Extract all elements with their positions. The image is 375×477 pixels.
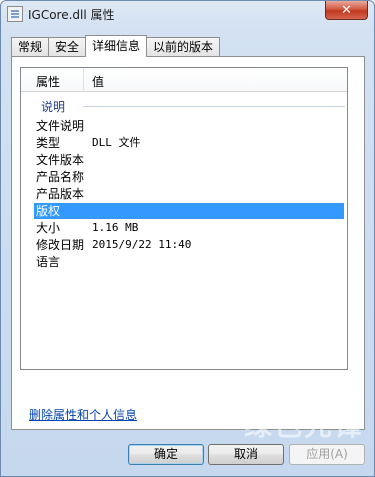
list-item[interactable]: 语言: [34, 254, 344, 270]
file-icon: [7, 6, 23, 22]
property-name: 修改日期: [36, 238, 85, 252]
tab-strip: 常规 安全 详细信息 以前的版本: [11, 35, 221, 57]
property-name: 类型: [36, 136, 61, 150]
tab-previous-versions[interactable]: 以前的版本: [146, 37, 221, 57]
group-divider: [83, 106, 345, 107]
property-name: 文件说明: [36, 119, 85, 133]
property-name: 产品版本: [36, 187, 85, 201]
property-value: 1.16 MB: [92, 221, 139, 234]
property-name: 大小: [36, 221, 61, 235]
tab-security[interactable]: 安全: [48, 37, 87, 57]
properties-window: IGCore.dll 属性 ✕ 常规 安全 详细信息 以前的版本 属性 值 说明…: [0, 0, 375, 477]
list-item[interactable]: 产品版本: [34, 186, 344, 202]
property-name: 语言: [36, 255, 61, 269]
tab-general[interactable]: 常规: [11, 37, 50, 57]
property-name: 文件版本: [36, 153, 85, 167]
watermark-logo: 绿色先锋: [243, 409, 364, 442]
list-item[interactable]: 文件说明: [34, 118, 344, 134]
list-item[interactable]: 类型 DLL 文件: [34, 135, 344, 151]
column-header-value[interactable]: 值: [92, 73, 104, 90]
details-list[interactable]: 属性 值 说明 文件说明 类型 DLL 文件 文件版本 产品名称 产品版本 版权: [20, 67, 348, 370]
list-item[interactable]: 产品名称: [34, 169, 344, 185]
property-name: 版权: [36, 204, 61, 218]
list-item-selected[interactable]: 版权: [34, 203, 344, 219]
property-value: 2015/9/22 11:40: [92, 238, 192, 251]
ok-button[interactable]: 确定: [128, 444, 204, 465]
list-item[interactable]: 文件版本: [34, 152, 344, 168]
tab-details[interactable]: 详细信息: [85, 35, 148, 57]
title-bar[interactable]: IGCore.dll 属性 ✕: [1, 1, 374, 27]
column-divider[interactable]: [83, 68, 84, 92]
close-button[interactable]: ✕: [325, 1, 368, 20]
list-header: 属性 值: [21, 68, 347, 92]
cancel-button[interactable]: 取消: [208, 444, 284, 465]
property-value: DLL 文件: [92, 136, 141, 149]
property-name: 产品名称: [36, 170, 85, 184]
group-header-description[interactable]: 说明: [41, 98, 65, 115]
apply-button[interactable]: 应用(A): [289, 444, 365, 465]
column-header-property[interactable]: 属性: [36, 73, 60, 90]
window-title: IGCore.dll 属性: [28, 8, 115, 22]
list-item[interactable]: 修改日期 2015/9/22 11:40: [34, 237, 344, 253]
list-item[interactable]: 大小 1.16 MB: [34, 220, 344, 236]
remove-properties-link[interactable]: 删除属性和个人信息: [29, 406, 137, 423]
